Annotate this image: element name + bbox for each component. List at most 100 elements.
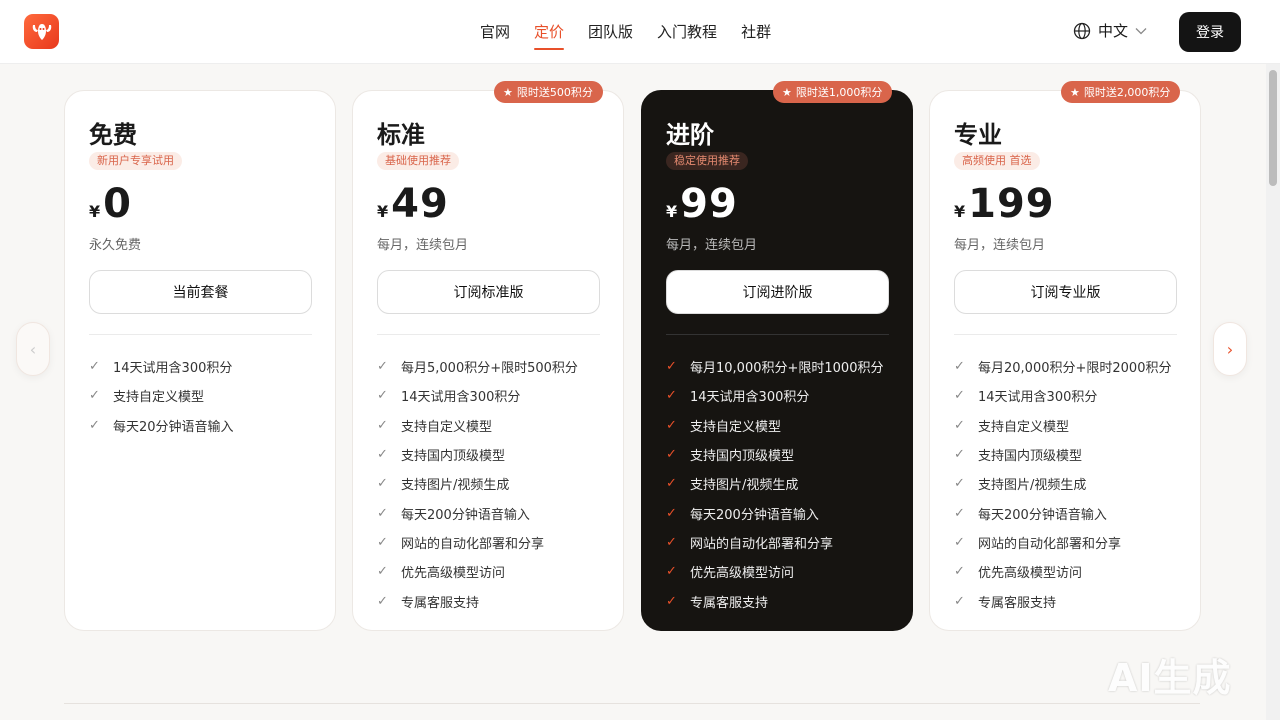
feature-item: ✓ 每月5,000积分+限时500积分 bbox=[377, 352, 617, 381]
check-icon: ✓ bbox=[89, 388, 100, 404]
carousel-next-button[interactable]: › bbox=[1213, 322, 1247, 376]
promo-badge-label: 限时送2,000积分 bbox=[1083, 86, 1171, 99]
plan-tag: 基础使用推荐 bbox=[377, 152, 459, 170]
check-icon: ✓ bbox=[954, 447, 965, 463]
feature-text: 专属客服支持 bbox=[978, 595, 1057, 611]
feature-item: ✓ 专属客服支持 bbox=[954, 586, 1194, 615]
check-icon: ✓ bbox=[377, 505, 388, 521]
feature-item: ✓ 支持自定义模型 bbox=[666, 411, 906, 440]
plan-period: 每月，连续包月 bbox=[377, 238, 469, 253]
feature-item: ✓ 专属客服支持 bbox=[666, 586, 906, 615]
plan-period: 每月，连续包月 bbox=[954, 238, 1046, 253]
check-icon: ✓ bbox=[666, 417, 677, 433]
feature-text: 支持图片/视频生成 bbox=[690, 478, 799, 494]
check-icon: ✓ bbox=[666, 388, 677, 404]
plan-price: ¥ 99 bbox=[666, 181, 738, 227]
feature-item: ✓ 支持国内顶级模型 bbox=[954, 440, 1194, 469]
feature-text: 优先高级模型访问 bbox=[401, 566, 506, 582]
plan-name: 进阶 bbox=[666, 121, 714, 149]
promo-badge-label: 限时送1,000积分 bbox=[795, 86, 883, 99]
nav-item-community[interactable]: 社群 bbox=[741, 0, 771, 64]
check-icon: ✓ bbox=[954, 534, 965, 550]
nav-item-tutorial[interactable]: 入门教程 bbox=[657, 0, 717, 64]
app-logo[interactable] bbox=[24, 14, 59, 49]
check-icon: ✓ bbox=[666, 476, 677, 492]
feature-item: ✓ 每天200分钟语音输入 bbox=[666, 498, 906, 527]
plan-period: 永久免费 bbox=[89, 238, 142, 253]
promo-badge: ★ 限时送1,000积分 bbox=[773, 81, 893, 103]
lobster-logo-icon bbox=[32, 23, 51, 40]
check-icon: ✓ bbox=[377, 388, 388, 404]
plan-name: 专业 bbox=[954, 121, 1002, 149]
price-amount: 199 bbox=[968, 181, 1055, 227]
check-icon: ✓ bbox=[954, 388, 965, 404]
promo-badge: ★ 限时送500积分 bbox=[494, 81, 603, 103]
language-selector[interactable]: 中文 bbox=[1073, 20, 1147, 41]
feature-text: 支持国内顶级模型 bbox=[401, 449, 506, 465]
section-divider bbox=[64, 703, 1200, 704]
check-icon: ✓ bbox=[954, 476, 965, 492]
feature-list: ✓ 14天试用含300积分 ✓ 支持自定义模型 ✓ 每天20分钟语音输入 bbox=[89, 352, 329, 440]
plan-name: 标准 bbox=[377, 121, 425, 149]
currency-symbol: ¥ bbox=[89, 202, 101, 221]
check-icon: ✓ bbox=[954, 564, 965, 580]
check-icon: ✓ bbox=[666, 564, 677, 580]
login-button[interactable]: 登录 bbox=[1179, 12, 1241, 52]
feature-item: ✓ 支持图片/视频生成 bbox=[377, 469, 617, 498]
currency-symbol: ¥ bbox=[666, 202, 678, 221]
subscribe-standard-button[interactable]: 订阅标准版 bbox=[377, 270, 600, 314]
feature-list: ✓ 每月20,000积分+限时2000积分 ✓ 14天试用含300积分 ✓ 支持自定义… bbox=[954, 352, 1194, 616]
divider bbox=[377, 334, 600, 335]
nav-item-official-site[interactable]: 官网 bbox=[480, 0, 510, 64]
feature-text: 网站的自动化部署和分享 bbox=[978, 536, 1122, 552]
plan-price: ¥ 49 bbox=[377, 181, 449, 227]
current-plan-button[interactable]: 当前套餐 bbox=[89, 270, 312, 314]
star-icon: ★ bbox=[503, 85, 513, 99]
feature-text: 网站的自动化部署和分享 bbox=[690, 536, 834, 552]
check-icon: ✓ bbox=[954, 593, 965, 609]
plan-card-pro: ★ 限时送2,000积分 专业 高频使用 首选 ¥ 199 每月，连续包月 订阅专… bbox=[929, 81, 1201, 631]
check-icon: ✓ bbox=[377, 593, 388, 609]
check-icon: ✓ bbox=[377, 417, 388, 433]
feature-item: ✓ 支持图片/视频生成 bbox=[954, 469, 1194, 498]
feature-item: ✓ 14天试用含300积分 bbox=[954, 381, 1194, 410]
feature-text: 专属客服支持 bbox=[690, 595, 769, 611]
check-icon: ✓ bbox=[666, 593, 677, 609]
feature-text: 优先高级模型访问 bbox=[690, 566, 795, 582]
check-icon: ✓ bbox=[666, 505, 677, 521]
subscribe-pro-button[interactable]: 订阅专业版 bbox=[954, 270, 1177, 314]
nav-item-pricing[interactable]: 定价 bbox=[534, 0, 565, 64]
feature-text: 支持图片/视频生成 bbox=[978, 478, 1087, 494]
feature-text: 14天试用含300积分 bbox=[401, 390, 521, 406]
feature-item: ✓ 每月20,000积分+限时2000积分 bbox=[954, 352, 1194, 381]
subscribe-advanced-button[interactable]: 订阅进阶版 bbox=[666, 270, 889, 314]
feature-item: ✓ 每天20分钟语音输入 bbox=[89, 411, 329, 440]
scrollbar-thumb[interactable] bbox=[1269, 70, 1277, 186]
feature-text: 网站的自动化部署和分享 bbox=[401, 536, 545, 552]
feature-item: ✓ 网站的自动化部署和分享 bbox=[954, 528, 1194, 557]
feature-text: 每天20分钟语音输入 bbox=[113, 419, 234, 435]
feature-text: 支持自定义模型 bbox=[113, 390, 205, 406]
feature-text: 支持国内顶级模型 bbox=[690, 449, 795, 465]
chevron-right-icon: › bbox=[1226, 339, 1234, 359]
feature-item: ✓ 优先高级模型访问 bbox=[666, 557, 906, 586]
check-icon: ✓ bbox=[377, 447, 388, 463]
star-icon: ★ bbox=[782, 85, 792, 99]
globe-icon bbox=[1073, 22, 1091, 39]
feature-text: 14天试用含300积分 bbox=[113, 361, 233, 377]
carousel-prev-button[interactable]: ‹ bbox=[16, 322, 50, 376]
feature-item: ✓ 网站的自动化部署和分享 bbox=[377, 528, 617, 557]
feature-text: 每月10,000积分+限时1000积分 bbox=[690, 361, 884, 377]
feature-text: 每月5,000积分+限时500积分 bbox=[401, 361, 578, 377]
plan-card-advanced: ★ 限时送1,000积分 进阶 稳定使用推荐 ¥ 99 每月，连续包月 订阅进阶版… bbox=[641, 81, 913, 631]
top-navigation-bar: 官网 定价 团队版 入门教程 社群 中文 登录 bbox=[0, 0, 1280, 64]
nav-item-team[interactable]: 团队版 bbox=[588, 0, 633, 64]
feature-item: ✓ 每月10,000积分+限时1000积分 bbox=[666, 352, 906, 381]
feature-item: ✓ 支持自定义模型 bbox=[954, 411, 1194, 440]
feature-text: 支持自定义模型 bbox=[401, 419, 493, 435]
divider bbox=[954, 334, 1177, 335]
feature-text: 每月20,000积分+限时2000积分 bbox=[978, 361, 1172, 377]
feature-item: ✓ 支持国内顶级模型 bbox=[666, 440, 906, 469]
check-icon: ✓ bbox=[954, 359, 965, 375]
check-icon: ✓ bbox=[377, 476, 388, 492]
